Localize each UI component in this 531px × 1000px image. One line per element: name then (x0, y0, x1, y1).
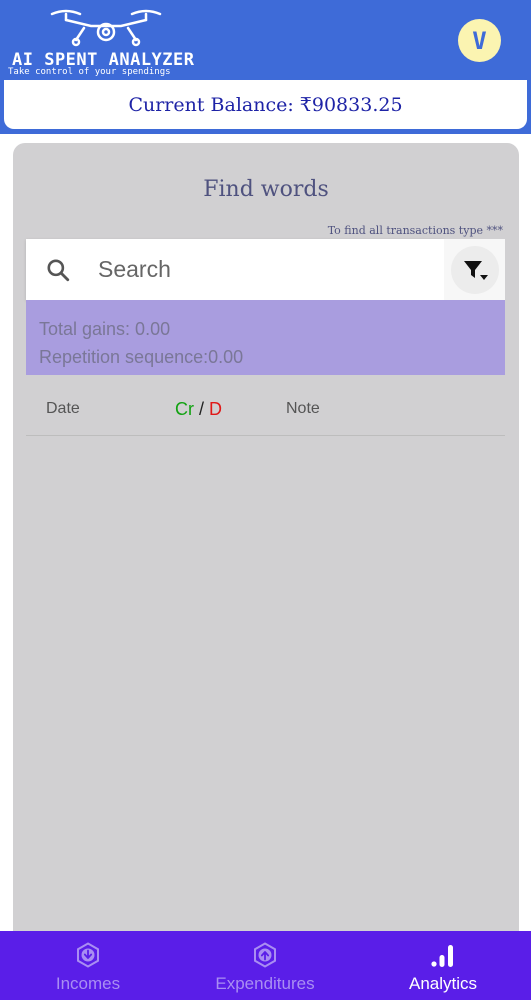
app-logo: AI SPENT ANALYZER Take control of your s… (6, 6, 216, 77)
upload-hex-icon (254, 942, 276, 968)
search-hint: To find all transactions type *** (327, 224, 503, 237)
bottom-navigation: Incomes Expenditures Analytics (0, 931, 531, 1000)
panel-title: Find words (203, 177, 329, 202)
nav-item-expenditures[interactable]: Expenditures (205, 931, 325, 1000)
bar-chart-icon (431, 945, 453, 967)
find-words-panel: Find words To find all transactions type… (13, 143, 519, 933)
balance-card: Current Balance: ₹90833.25 (2, 80, 529, 131)
logo-tagline: Take control of your spendings (8, 67, 171, 77)
drone-logo-icon (50, 9, 162, 47)
current-balance: Current Balance: ₹90833.25 (128, 93, 403, 116)
column-header-d: D (209, 399, 223, 419)
column-header-cr: Cr (175, 399, 194, 419)
nav-label-incomes: Incomes (55, 974, 121, 993)
search-bar (26, 239, 444, 300)
stats-box: Total gains: 0.00 Repetition sequence:0.… (26, 300, 505, 375)
column-header-date: Date (46, 400, 80, 417)
user-avatar[interactable]: V (458, 19, 501, 62)
download-hex-icon (77, 942, 99, 968)
nav-label-analytics: Analytics (408, 974, 478, 993)
search-icon (47, 258, 70, 281)
column-header-cr-d: Cr / D (175, 399, 222, 420)
repetition-sequence: Repetition sequence:0.00 (39, 347, 244, 367)
total-gains: Total gains: 0.00 (39, 319, 171, 339)
nav-item-incomes[interactable]: Incomes (40, 931, 136, 1000)
search-input[interactable] (98, 256, 398, 283)
nav-item-analytics[interactable]: Analytics (398, 931, 488, 1000)
filter-icon (463, 260, 488, 280)
filter-button-circle (450, 245, 499, 294)
column-header-separator: / (199, 399, 205, 419)
nav-label-expenditures: Expenditures (215, 974, 315, 993)
column-header-note: Note (286, 400, 320, 417)
filter-button[interactable] (444, 239, 505, 300)
table-divider (26, 435, 505, 436)
